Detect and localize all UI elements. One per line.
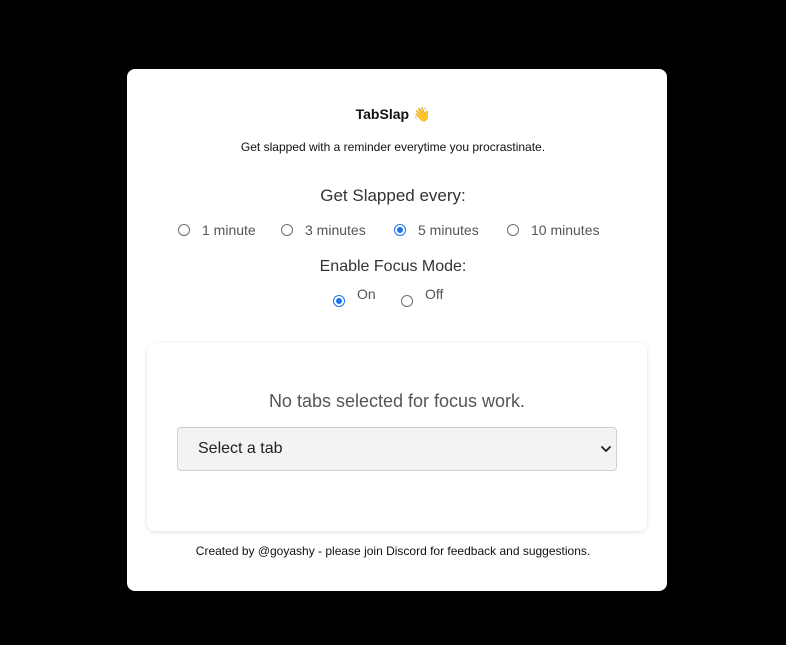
radio-label: 1 minute: [202, 222, 256, 238]
radio-button[interactable]: [333, 295, 345, 307]
radio-label: Off: [425, 286, 444, 302]
radio-label: 5 minutes: [418, 222, 479, 238]
app-title-text: TabSlap: [355, 106, 410, 122]
radio-label: 3 minutes: [305, 222, 366, 238]
radio-button[interactable]: [394, 224, 406, 236]
waving-hand-icon: 👋: [412, 106, 431, 122]
interval-option-5-minutes[interactable]: 5 minutes: [394, 222, 479, 238]
interval-label: Get Slapped every:: [320, 186, 466, 205]
interval-option-3-minutes[interactable]: 3 minutes: [281, 222, 366, 238]
radio-button[interactable]: [178, 224, 190, 236]
radio-button[interactable]: [401, 295, 413, 307]
app-title: TabSlap 👋: [0, 106, 786, 123]
footer-credit: Created by @goyashy - please join Discor…: [195, 544, 591, 558]
focus-tabs-empty-message: No tabs selected for focus work.: [268, 391, 526, 411]
focus-mode-label: Enable Focus Mode:: [319, 258, 467, 275]
tab-select[interactable]: Select a tab: [177, 427, 617, 471]
focus-tabs-card: No tabs selected for focus work. Select …: [147, 343, 647, 531]
interval-option-10-minutes[interactable]: 10 minutes: [507, 222, 599, 238]
chevron-down-icon: [601, 446, 611, 452]
radio-button[interactable]: [507, 224, 519, 236]
focus-mode-on[interactable]: On: [333, 286, 376, 307]
radio-button[interactable]: [281, 224, 293, 236]
interval-option-1-minute[interactable]: 1 minute: [178, 222, 256, 238]
radio-label: 10 minutes: [531, 222, 600, 238]
tab-select-value: Select a tab: [198, 440, 283, 457]
radio-label: On: [357, 286, 376, 302]
app-subtitle: Get slapped with a reminder everytime yo…: [240, 140, 546, 154]
focus-mode-off[interactable]: Off: [401, 286, 444, 307]
